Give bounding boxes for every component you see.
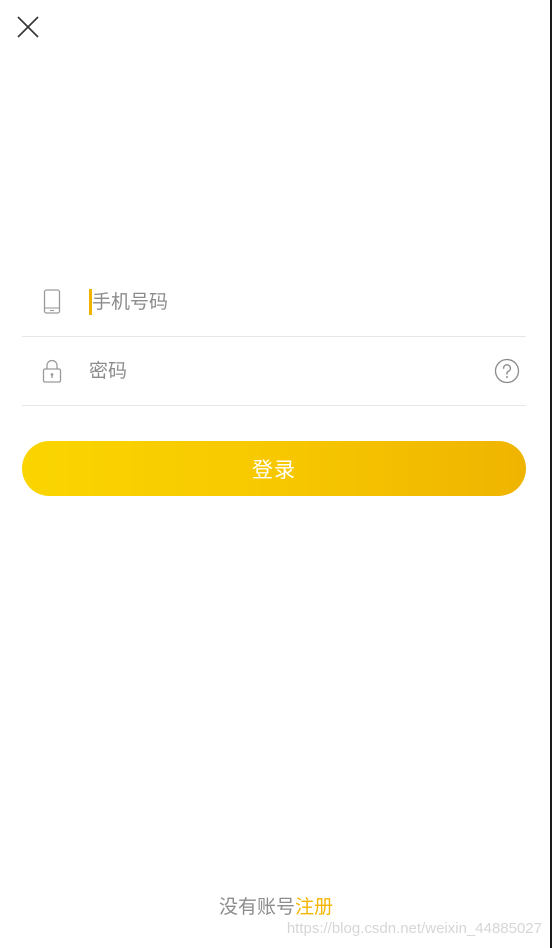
login-form — [22, 268, 526, 406]
phone-input[interactable] — [92, 286, 482, 318]
phone-icon — [43, 289, 61, 314]
password-row — [22, 337, 526, 406]
password-help-button[interactable] — [494, 358, 520, 384]
close-icon — [17, 16, 39, 38]
login-button[interactable]: 登录 — [22, 441, 526, 496]
register-prompt: 没有账号注册 — [0, 892, 552, 919]
close-button[interactable] — [12, 11, 44, 43]
watermark: https://blog.csdn.net/weixin_44885027 — [286, 920, 542, 937]
login-button-label: 登录 — [252, 457, 296, 482]
no-account-text: 没有账号 — [218, 896, 295, 918]
register-link[interactable]: 注册 — [295, 896, 333, 918]
question-circle-icon — [494, 358, 520, 384]
lock-icon — [42, 359, 62, 383]
password-input[interactable] — [89, 355, 479, 387]
phone-row — [22, 268, 526, 337]
